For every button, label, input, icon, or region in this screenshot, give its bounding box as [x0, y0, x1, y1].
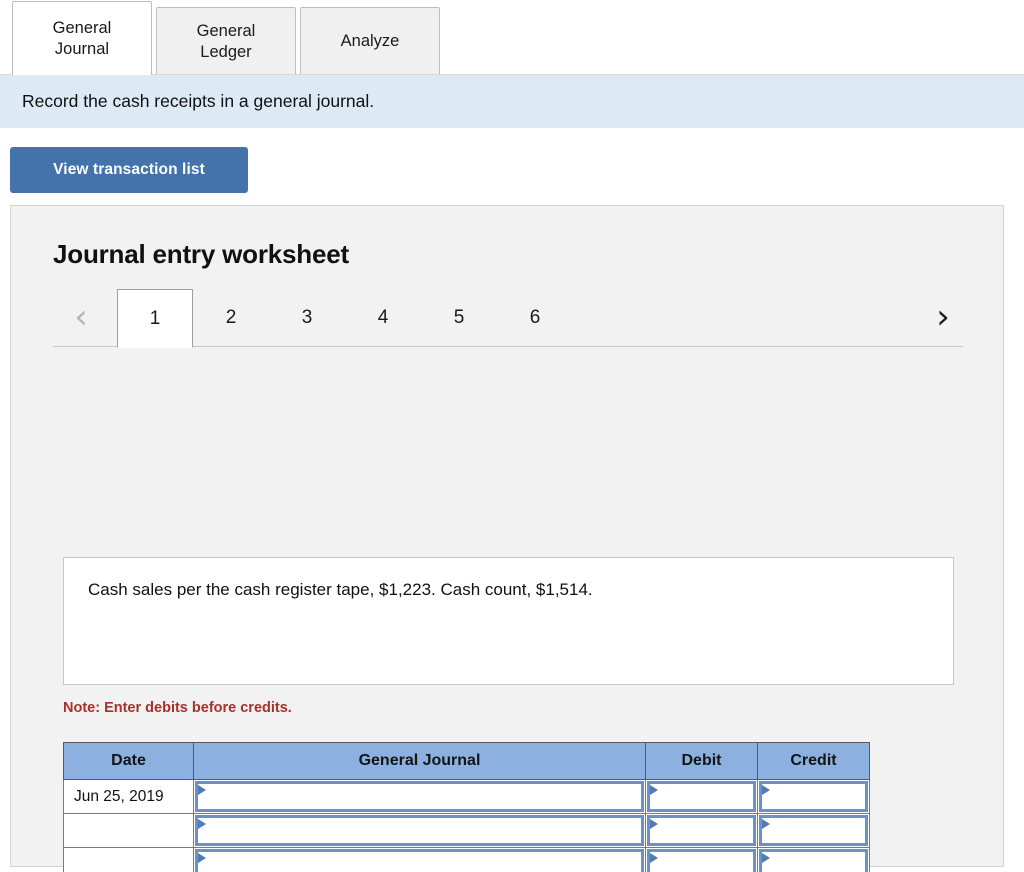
main-tabstrip: General Journal General Ledger Analyze	[0, 0, 1024, 75]
debit-cell[interactable]	[645, 847, 758, 872]
credit-input[interactable]	[759, 849, 868, 872]
instruction-text: Record the cash receipts in a general jo…	[22, 91, 375, 111]
column-header-general-journal: General Journal	[193, 742, 646, 780]
pager-page-2[interactable]: 2	[193, 289, 269, 347]
debit-cell[interactable]	[645, 779, 758, 814]
account-input[interactable]	[195, 815, 644, 846]
table-row	[63, 847, 870, 872]
tab-analyze[interactable]: Analyze	[300, 7, 440, 75]
general-journal-cell[interactable]	[193, 813, 646, 848]
date-cell[interactable]: Jun 25, 2019	[63, 779, 194, 814]
pager-page-5[interactable]: 5	[421, 289, 497, 347]
worksheet-panel: Journal entry worksheet ‹ 1 2 3 4 5 6 › …	[10, 205, 1004, 872]
pager-page-3[interactable]: 3	[269, 289, 345, 347]
column-header-credit: Credit	[757, 742, 870, 780]
transaction-description-text: Cash sales per the cash register tape, $…	[88, 580, 593, 599]
table-header-row: Date General Journal Debit Credit	[63, 742, 870, 780]
date-value	[64, 814, 193, 847]
transaction-description-box: Cash sales per the cash register tape, $…	[63, 557, 954, 685]
table-row	[63, 813, 870, 848]
table-row: Jun 25, 2019	[63, 779, 870, 814]
general-journal-cell[interactable]	[193, 779, 646, 814]
account-input[interactable]	[195, 849, 644, 872]
journal-entry-page: General Journal General Ledger Analyze R…	[0, 0, 1024, 872]
tab-general-journal[interactable]: General Journal	[12, 1, 152, 75]
debit-input[interactable]	[647, 815, 756, 846]
chevron-left-icon[interactable]: ‹	[63, 295, 99, 339]
column-header-date: Date	[63, 742, 194, 780]
tab-general-ledger[interactable]: General Ledger	[156, 7, 296, 75]
debit-cell[interactable]	[645, 813, 758, 848]
page-title: Journal entry worksheet	[53, 239, 349, 269]
account-input[interactable]	[195, 781, 644, 812]
pager-page-6[interactable]: 6	[497, 289, 573, 347]
pager-page-4[interactable]: 4	[345, 289, 421, 347]
debit-input[interactable]	[647, 849, 756, 872]
date-value: Jun 25, 2019	[74, 788, 164, 805]
worksheet-pager: ‹ 1 2 3 4 5 6 ›	[53, 289, 963, 348]
instruction-banner: Record the cash receipts in a general jo…	[0, 75, 1024, 128]
view-transaction-list-button[interactable]: View transaction list	[10, 147, 248, 193]
pager-page-1[interactable]: 1	[117, 289, 193, 348]
credit-input[interactable]	[759, 781, 868, 812]
debit-input[interactable]	[647, 781, 756, 812]
chevron-right-icon[interactable]: ›	[925, 295, 961, 339]
date-cell[interactable]	[63, 847, 194, 872]
date-cell[interactable]	[63, 813, 194, 848]
column-header-debit: Debit	[645, 742, 758, 780]
credit-input[interactable]	[759, 815, 868, 846]
credit-cell[interactable]	[757, 813, 870, 848]
date-value	[64, 848, 193, 872]
general-journal-cell[interactable]	[193, 847, 646, 872]
journal-entry-table: Date General Journal Debit Credit Jun 25…	[63, 742, 870, 872]
debits-before-credits-note: Note: Enter debits before credits.	[63, 700, 292, 716]
credit-cell[interactable]	[757, 779, 870, 814]
credit-cell[interactable]	[757, 847, 870, 872]
